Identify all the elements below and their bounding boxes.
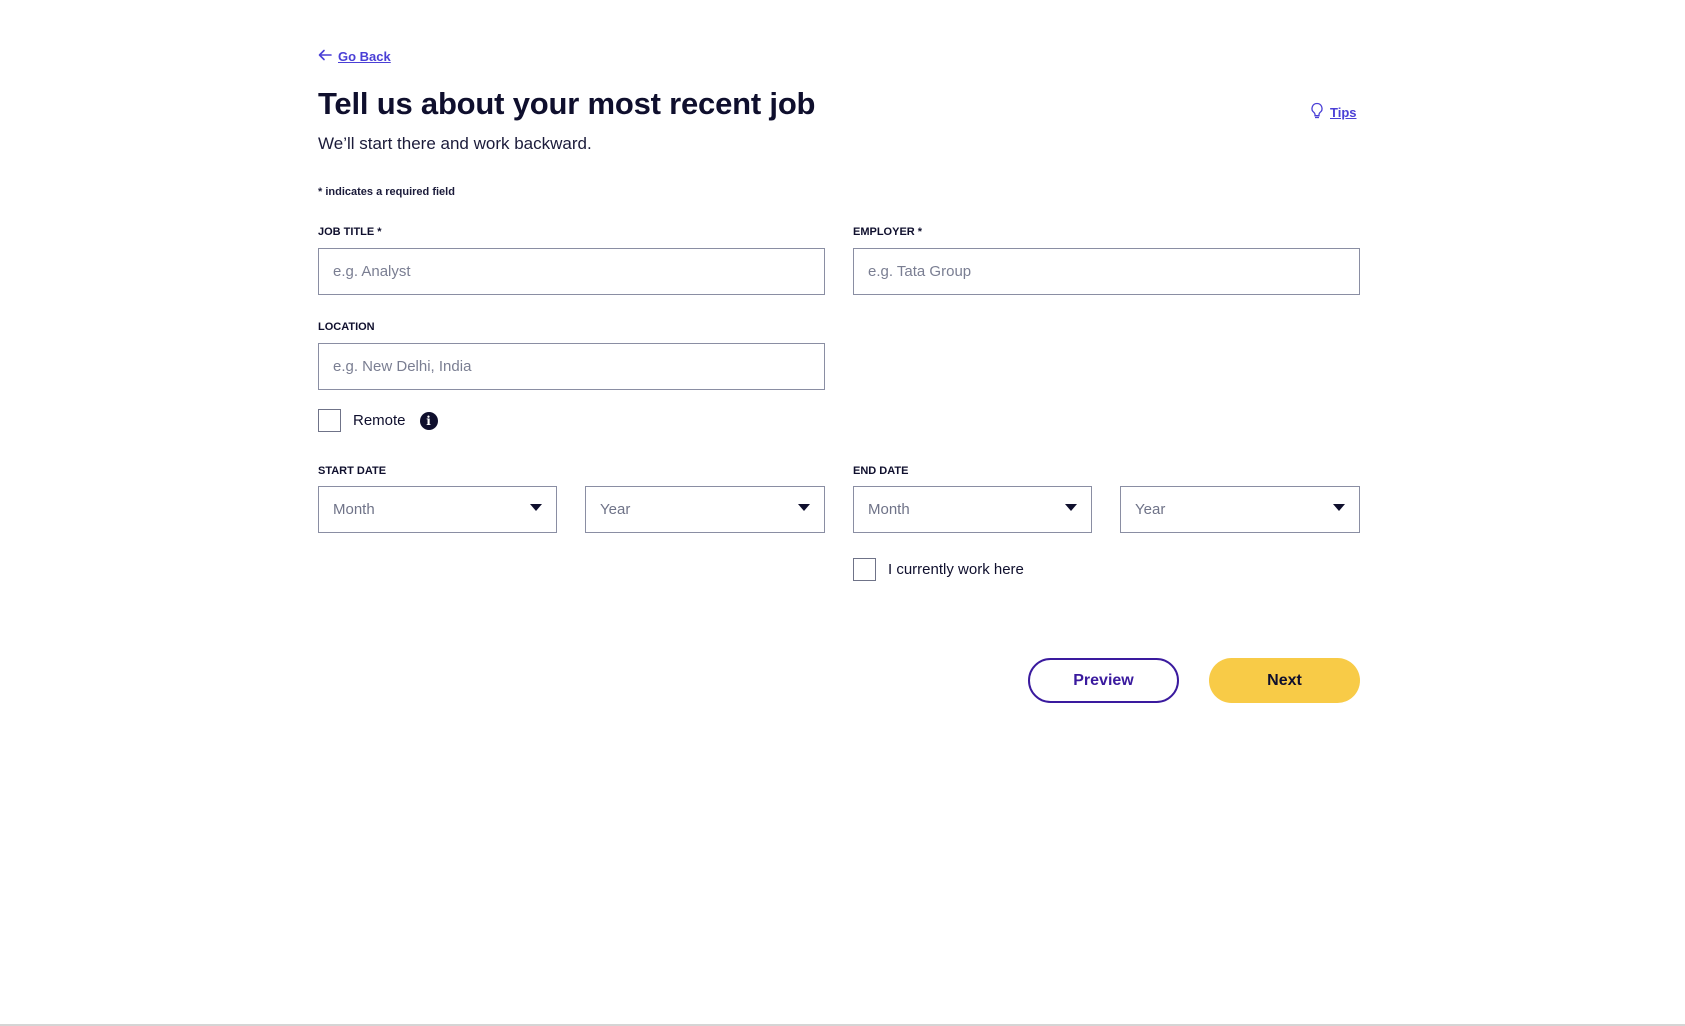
info-icon[interactable]: i [419, 411, 438, 430]
currently-work-here-label: I currently work here [888, 561, 1024, 578]
remote-checkbox[interactable] [318, 409, 341, 432]
job-title-input[interactable] [318, 248, 825, 295]
job-title-label: JOB TITLE * [318, 226, 382, 238]
tips-label: Tips [1330, 105, 1357, 120]
chevron-down-icon [1333, 504, 1345, 511]
employer-input[interactable] [853, 248, 1360, 295]
next-button[interactable]: Next [1209, 658, 1360, 703]
start-date-label: START DATE [318, 465, 387, 477]
location-input[interactable] [318, 343, 825, 390]
end-month-value: Month [868, 501, 910, 518]
preview-button[interactable]: Preview [1028, 658, 1179, 703]
end-year-select[interactable]: Year [1120, 486, 1360, 533]
remote-label: Remote [353, 412, 406, 429]
end-month-select[interactable]: Month [853, 486, 1092, 533]
start-month-value: Month [333, 501, 375, 518]
employer-label: EMPLOYER * [853, 226, 923, 238]
end-year-value: Year [1135, 501, 1166, 518]
currently-work-here-checkbox[interactable] [853, 558, 876, 581]
arrow-left-icon [318, 48, 332, 65]
start-year-select[interactable]: Year [585, 486, 825, 533]
chevron-down-icon [530, 504, 542, 511]
remote-checkbox-row[interactable]: Remote i [318, 409, 438, 432]
chevron-down-icon [1065, 504, 1077, 511]
tips-link[interactable]: Tips [1310, 102, 1357, 123]
required-field-note: * indicates a required field [318, 186, 455, 198]
chevron-down-icon [798, 504, 810, 511]
start-year-value: Year [600, 501, 631, 518]
page-subtitle: We’ll start there and work backward. [318, 134, 592, 153]
lightbulb-icon [1310, 102, 1324, 123]
start-month-select[interactable]: Month [318, 486, 557, 533]
page: Go Back Tell us about your most recent j… [0, 0, 1685, 1026]
location-label: LOCATION [318, 321, 375, 333]
end-date-label: END DATE [853, 465, 909, 477]
page-title: Tell us about your most recent job [318, 86, 816, 121]
go-back-link[interactable]: Go Back [318, 48, 391, 65]
currently-work-here-row[interactable]: I currently work here [853, 558, 1024, 581]
go-back-label: Go Back [338, 49, 391, 64]
